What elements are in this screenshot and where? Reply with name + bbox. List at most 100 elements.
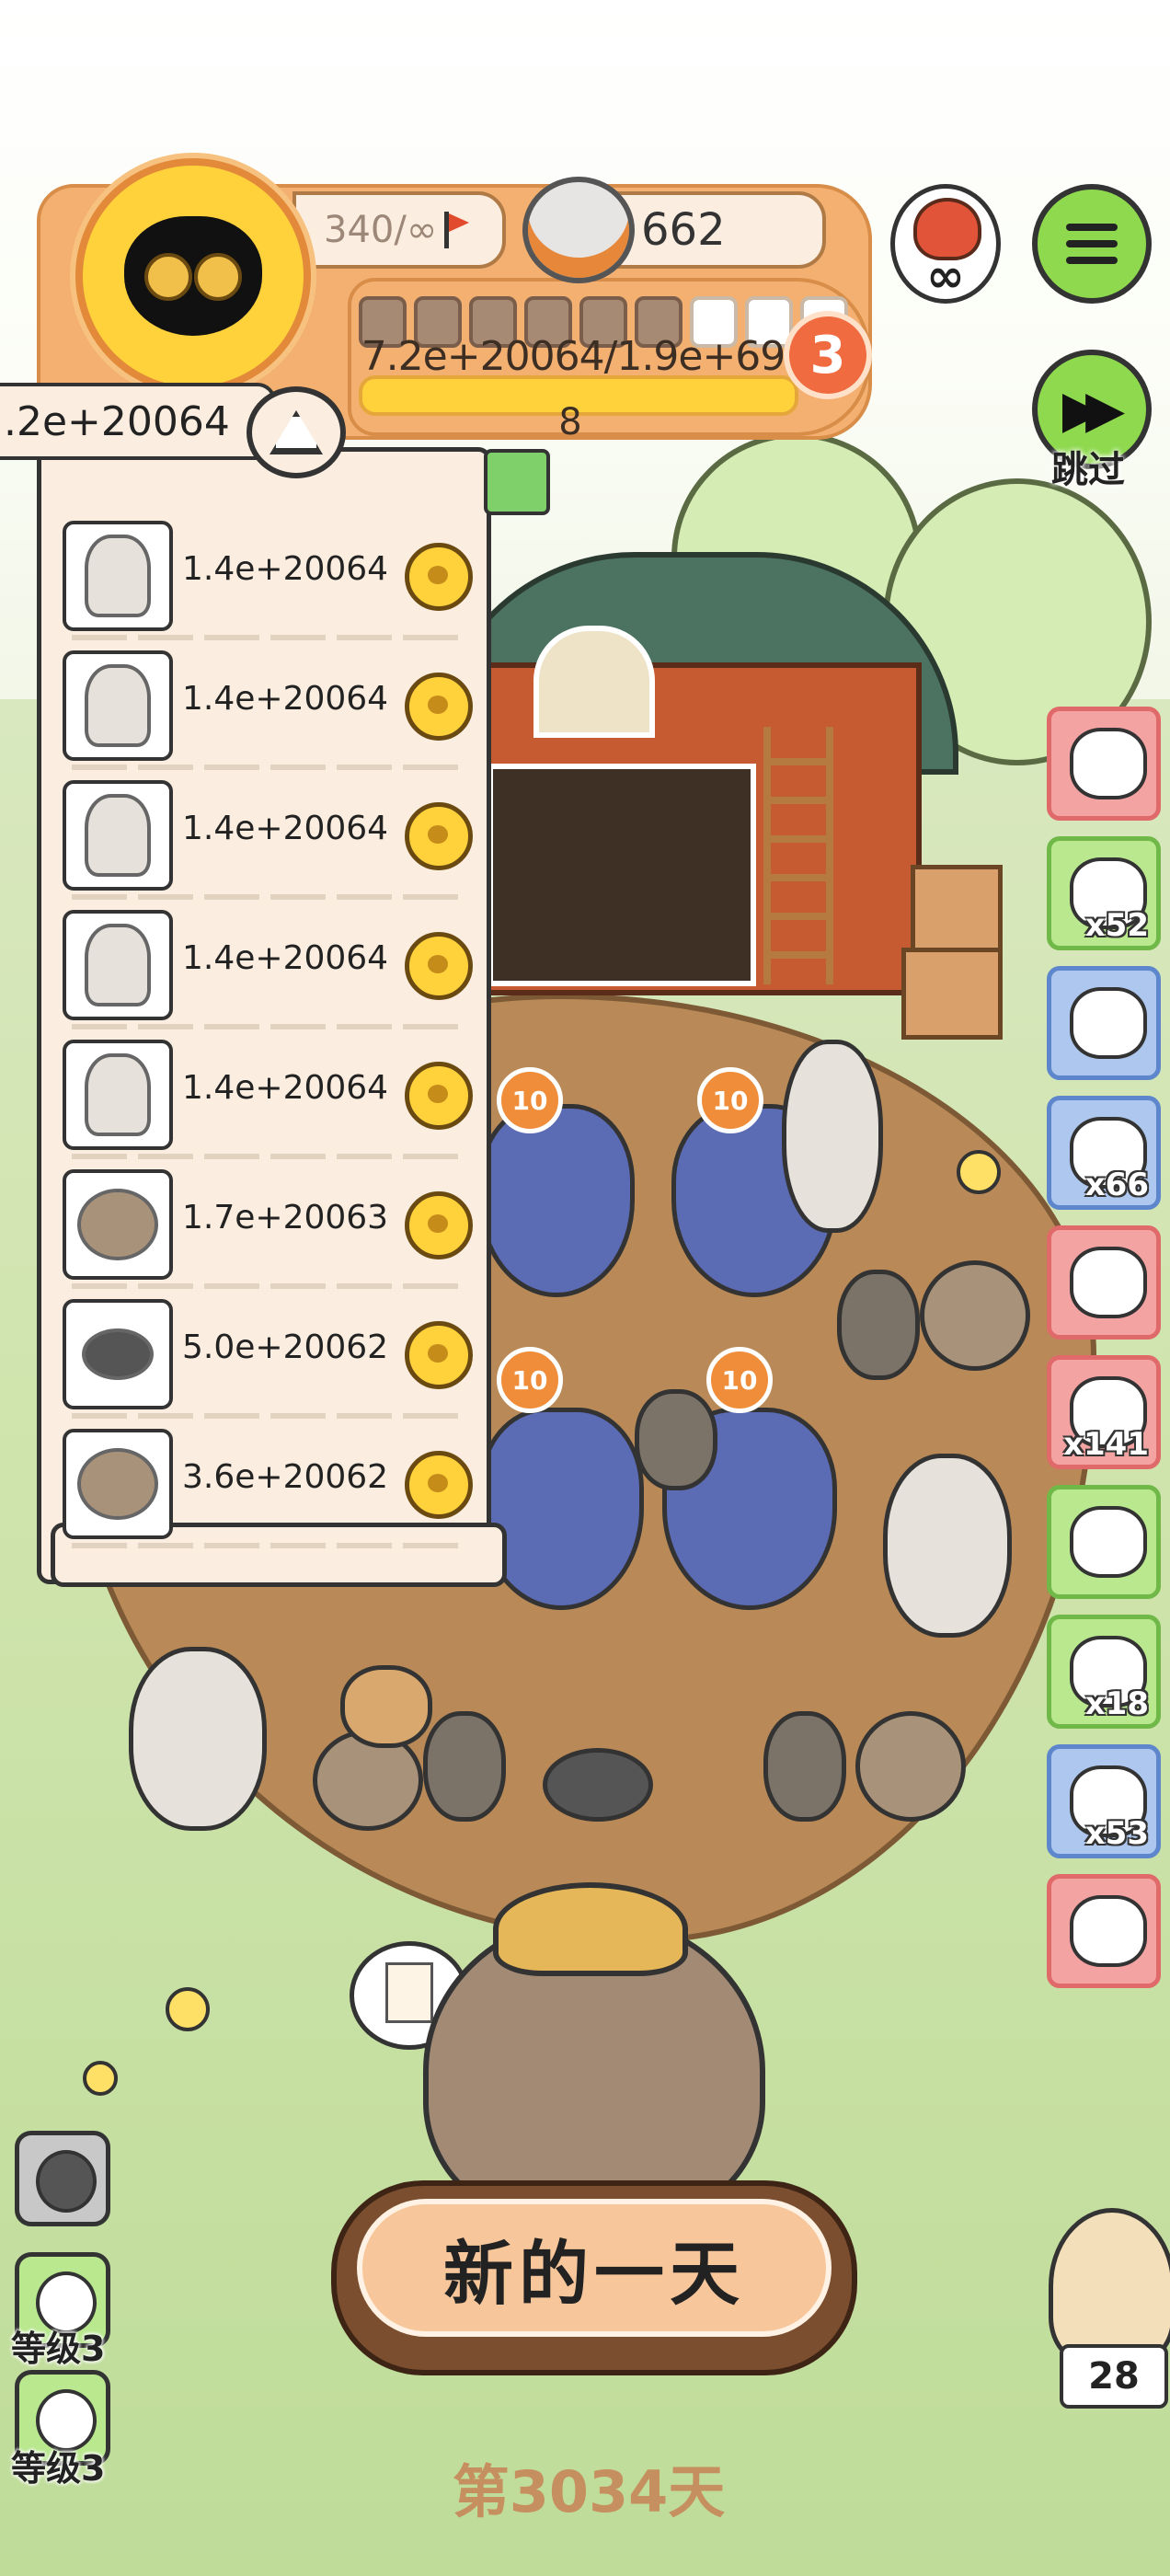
animal-value: 1.7e+20063 <box>182 1199 389 1236</box>
paw-icon[interactable] <box>405 1451 473 1519</box>
alpaca[interactable] <box>129 1647 267 1831</box>
animal-value: 1.4e+20064 <box>182 550 389 588</box>
mole-thumbnail <box>63 1299 173 1409</box>
list-item[interactable]: 1.4e+20064 <box>63 904 473 1029</box>
level-badge: 10 <box>706 1347 773 1413</box>
divider <box>72 1543 458 1548</box>
paw-icon[interactable] <box>405 802 473 870</box>
hedgehog[interactable] <box>855 1711 966 1822</box>
sort-button[interactable] <box>484 449 550 515</box>
divider <box>72 765 458 770</box>
stamina-counter[interactable]: 340/∞ <box>292 191 506 269</box>
xp-text: 7.2e+20064/1.9e+69 <box>361 333 786 380</box>
menu-list-icon <box>1066 224 1118 231</box>
side-item[interactable] <box>1047 707 1161 821</box>
hat <box>493 1882 688 1976</box>
cloud-icon <box>1070 1247 1147 1318</box>
animal-value: 3.6e+20062 <box>182 1458 389 1496</box>
mole[interactable] <box>543 1748 653 1822</box>
menu-button[interactable] <box>1032 184 1152 304</box>
paw-icon[interactable] <box>405 673 473 741</box>
apple-crate <box>911 865 1003 957</box>
alpaca[interactable] <box>883 1454 1012 1638</box>
gray-animal-icon <box>36 2150 97 2213</box>
list-item[interactable]: 1.4e+20064 <box>63 1034 473 1159</box>
list-item[interactable]: 1.4e+20064 <box>63 515 473 640</box>
barn <box>432 552 958 995</box>
mole-icon <box>82 1328 154 1380</box>
card-icon <box>1070 1506 1147 1578</box>
animal-value: 1.4e+20064 <box>182 939 389 977</box>
crate <box>901 948 1003 1040</box>
level-badge: 10 <box>497 1347 563 1413</box>
list-item[interactable]: 5.0e+20062 <box>63 1294 473 1419</box>
hedgehog-icon <box>77 1448 158 1520</box>
side-item[interactable] <box>1047 1485 1161 1599</box>
item-count: x66 <box>1084 1167 1149 1203</box>
side-item[interactable] <box>1047 1225 1161 1340</box>
rabbit[interactable] <box>635 1389 717 1490</box>
pinecone-cat-icon <box>1070 728 1147 799</box>
owl-button[interactable] <box>1049 2208 1170 2364</box>
hedgehog-thumbnail <box>63 1429 173 1539</box>
level-badge: 10 <box>497 1067 563 1133</box>
side-item[interactable]: x141 <box>1047 1355 1161 1469</box>
list-item[interactable]: 1.4e+20064 <box>63 775 473 900</box>
paw-icon[interactable] <box>405 1191 473 1259</box>
paw-icon[interactable] <box>405 543 473 611</box>
side-item[interactable] <box>1047 966 1161 1080</box>
side-item[interactable]: x18 <box>1047 1615 1161 1729</box>
rabbit[interactable] <box>423 1711 506 1822</box>
rabbit[interactable] <box>837 1270 920 1380</box>
divider <box>72 635 458 640</box>
flower <box>957 1150 1001 1194</box>
rabbit[interactable] <box>763 1711 846 1822</box>
flower <box>166 1987 210 2031</box>
triangle-up-icon <box>270 410 323 454</box>
alpaca-icon <box>85 664 151 747</box>
list-item[interactable]: 3.6e+20062 <box>63 1423 473 1548</box>
coin-value: 662 <box>641 204 726 256</box>
fire-plant-button[interactable]: ∞ <box>890 184 1001 304</box>
level-label: 等级3 <box>11 2448 106 2489</box>
new-day-button[interactable]: 新的一天 <box>331 2180 857 2375</box>
alpaca-thumbnail <box>63 650 173 761</box>
alpaca-icon <box>85 1053 151 1136</box>
side-item[interactable]: x52 <box>1047 836 1161 950</box>
day-counter: 第3034天 <box>452 2458 726 2525</box>
animal-value: 1.4e+20064 <box>182 810 389 847</box>
skip-label[interactable]: 跳过 <box>1030 440 1146 493</box>
level-badge: 10 <box>697 1067 763 1133</box>
level-label: 等级3 <box>11 2329 106 2369</box>
certificate-icon <box>385 1962 433 2023</box>
collapse-button[interactable] <box>247 386 346 478</box>
divider <box>72 1283 458 1289</box>
hamster[interactable] <box>340 1665 432 1748</box>
stamina-value: 340/∞ <box>324 209 438 251</box>
side-item[interactable]: x53 <box>1047 1744 1161 1858</box>
hedgehog[interactable] <box>920 1260 1030 1371</box>
black-cat-icon <box>124 216 262 336</box>
side-item[interactable] <box>1047 1874 1161 1988</box>
alpaca-icon <box>85 535 151 617</box>
list-item[interactable]: 1.4e+20064 <box>63 645 473 770</box>
alpaca-thumbnail <box>63 521 173 631</box>
paw-icon[interactable] <box>405 932 473 1000</box>
paw-icon[interactable] <box>405 1062 473 1130</box>
divider <box>72 1413 458 1419</box>
alpaca[interactable] <box>782 1040 883 1233</box>
total-value: .2e+20064 <box>0 383 276 460</box>
side-item[interactable]: x66 <box>1047 1096 1161 1210</box>
fast-forward-icon: ▶▶ <box>1061 379 1125 440</box>
xp-text-line2: 8 <box>558 401 582 443</box>
list-item[interactable]: 1.7e+20063 <box>63 1164 473 1289</box>
item-count: x18 <box>1084 1685 1149 1722</box>
divider <box>72 1024 458 1029</box>
alpaca-icon <box>85 924 151 1006</box>
dragon[interactable] <box>478 1104 635 1297</box>
paw-icon[interactable] <box>405 1321 473 1389</box>
left-button-1[interactable] <box>15 2131 110 2226</box>
infinity-label: ∞ <box>926 249 965 303</box>
player-avatar[interactable] <box>75 158 311 394</box>
level-circle: 3 <box>784 311 872 399</box>
